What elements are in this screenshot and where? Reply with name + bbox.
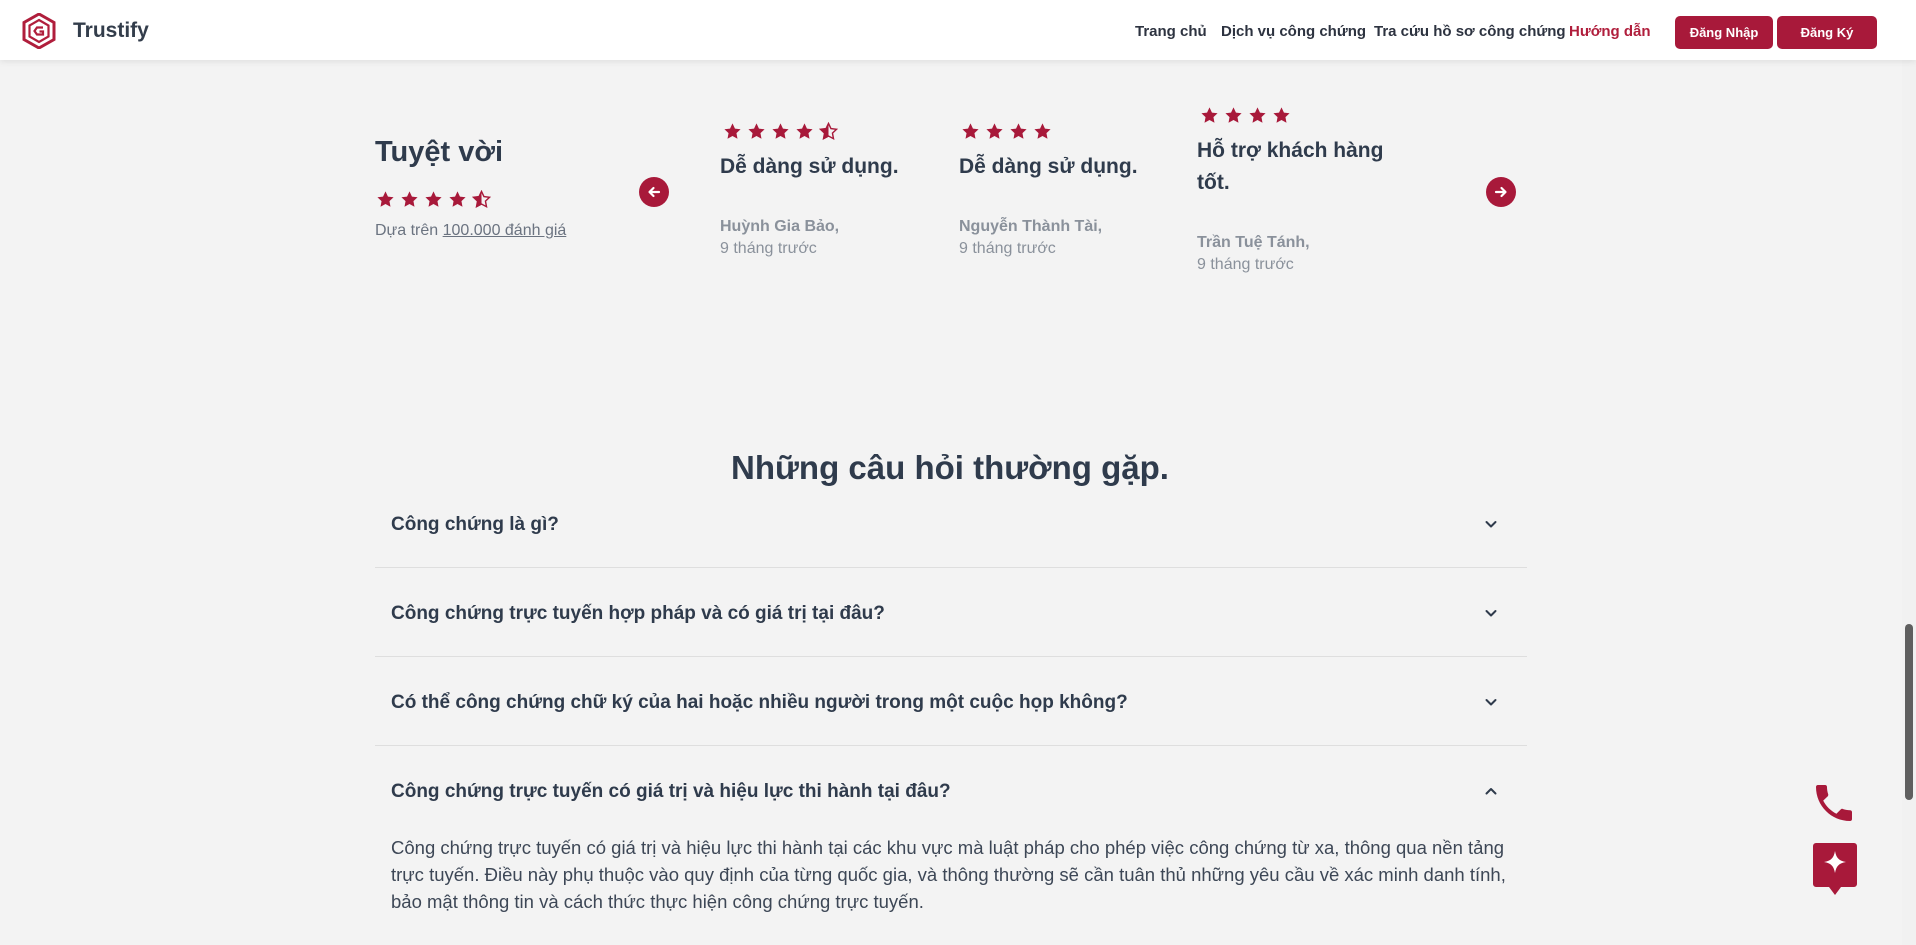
review-count-link[interactable]: 100.000 đánh giá bbox=[443, 222, 567, 239]
star-icon bbox=[748, 123, 765, 139]
chevron-down-icon bbox=[1485, 699, 1497, 706]
star-icon bbox=[1034, 123, 1051, 139]
carousel-prev-button[interactable] bbox=[639, 177, 669, 207]
phone-icon[interactable] bbox=[1810, 779, 1858, 827]
arrow-right-icon bbox=[1494, 186, 1507, 198]
review-time: 9 tháng trước bbox=[1197, 256, 1294, 273]
review-stars bbox=[723, 122, 838, 141]
register-button[interactable]: Đăng Ký bbox=[1777, 16, 1877, 49]
review-time: 9 tháng trước bbox=[959, 240, 1056, 257]
faq-answer: Công chứng trực tuyến có giá trị và hiệu… bbox=[391, 837, 1506, 912]
star-half-icon bbox=[472, 190, 491, 209]
review-title: Hỗ trợ khách hàng tốt. bbox=[1197, 139, 1384, 194]
carousel-next-button[interactable] bbox=[1486, 177, 1516, 207]
sparkle-chat-icon[interactable] bbox=[1813, 843, 1857, 895]
faq-item[interactable]: Công chứng trực tuyến hợp pháp và có giá… bbox=[375, 595, 1527, 631]
review-stars bbox=[1200, 106, 1291, 125]
review-time: 9 tháng trước bbox=[720, 240, 817, 257]
chevron-down-icon bbox=[1485, 521, 1497, 528]
star-icon bbox=[1249, 107, 1266, 123]
faq-question: Công chứng trực tuyến hợp pháp và có giá… bbox=[391, 603, 885, 624]
faq-question: Công chứng trực tuyến có giá trị và hiệu… bbox=[391, 781, 951, 802]
star-icon bbox=[1225, 107, 1242, 123]
star-icon bbox=[772, 123, 789, 139]
arrow-left-icon bbox=[648, 186, 661, 198]
star-icon bbox=[377, 191, 394, 207]
star-icon bbox=[724, 123, 741, 139]
nav-notary-services[interactable]: Dịch vụ công chứng bbox=[1221, 23, 1366, 40]
review-author: Huỳnh Gia Bảo, bbox=[720, 218, 840, 235]
faq-divider bbox=[375, 656, 1527, 657]
nav-lookup-records[interactable]: Tra cứu hồ sơ công chứng bbox=[1374, 23, 1566, 40]
chevron-up-icon bbox=[1485, 788, 1497, 795]
review-title: Dễ dàng sử dụng. bbox=[959, 155, 1138, 178]
star-icon bbox=[1201, 107, 1218, 123]
faq-divider bbox=[375, 745, 1527, 746]
top-navbar: Trustify Trang chủ Dịch vụ công chứng Tr… bbox=[0, 0, 1916, 60]
nav-home[interactable]: Trang chủ bbox=[1135, 23, 1207, 40]
faq-question: Công chứng là gì? bbox=[391, 514, 559, 535]
faq-divider bbox=[375, 567, 1527, 568]
rating-summary-title: Tuyệt vời bbox=[375, 136, 504, 168]
brand-name[interactable]: Trustify bbox=[73, 19, 149, 43]
star-icon bbox=[449, 191, 466, 207]
review-author: Trần Tuệ Tánh, bbox=[1197, 234, 1310, 251]
rating-summary-subtitle: Dựa trên 100.000 đánh giá bbox=[375, 222, 567, 239]
faq-item[interactable]: Công chứng là gì? bbox=[375, 506, 1527, 542]
faq-item-expanded[interactable]: Công chứng trực tuyến có giá trị và hiệu… bbox=[375, 773, 1527, 809]
review-stars bbox=[961, 122, 1052, 141]
faq-item[interactable]: Có thể công chứng chữ ký của hai hoặc nh… bbox=[375, 684, 1527, 720]
review-title: Dễ dàng sử dụng. bbox=[720, 155, 899, 178]
trustify-logo-icon[interactable] bbox=[22, 13, 56, 49]
star-icon bbox=[1273, 107, 1290, 123]
star-icon bbox=[962, 123, 979, 139]
faq-question: Có thể công chứng chữ ký của hai hoặc nh… bbox=[391, 692, 1128, 713]
star-icon bbox=[401, 191, 418, 207]
review-author: Nguyễn Thành Tài, bbox=[959, 218, 1103, 235]
scrollbar-track[interactable] bbox=[1902, 0, 1916, 945]
login-button[interactable]: Đăng Nhập bbox=[1675, 16, 1773, 49]
star-icon bbox=[1010, 123, 1027, 139]
star-icon bbox=[425, 191, 442, 207]
chevron-down-icon bbox=[1485, 610, 1497, 617]
star-icon bbox=[796, 123, 813, 139]
faq-heading: Những câu hỏi thường gặp. bbox=[731, 449, 1169, 486]
star-icon bbox=[986, 123, 1003, 139]
star-half-icon bbox=[819, 122, 838, 141]
summary-stars bbox=[376, 190, 491, 209]
nav-guide[interactable]: Hướng dẫn bbox=[1569, 23, 1651, 40]
scrollbar-thumb[interactable] bbox=[1905, 624, 1913, 800]
